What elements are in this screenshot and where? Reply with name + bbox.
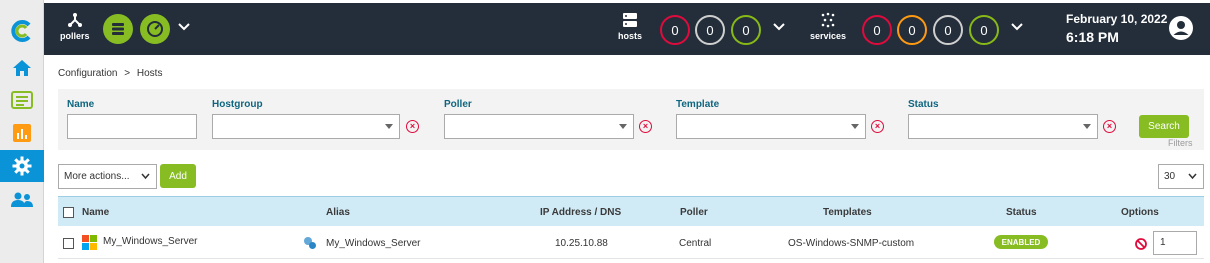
table-row[interactable]: My_Windows_Server My_Windows_Server 10.2… <box>58 226 1204 259</box>
duplicate-count-input[interactable]: 1 <box>1153 231 1197 255</box>
status-badge: ENABLED <box>994 235 1048 249</box>
clear-template-icon[interactable]: × <box>871 120 884 133</box>
hosts-label: hosts <box>618 31 643 41</box>
column-alias[interactable]: Alias <box>326 207 350 218</box>
top-bar: pollers hosts 0 0 0 services 0 0 0 0 Feb… <box>44 3 1210 55</box>
services-icon <box>821 12 835 28</box>
windows-logo-icon <box>82 235 97 250</box>
users-icon[interactable] <box>0 184 44 216</box>
filter-panel: Name Hostgroup × Poller × Template × Sta… <box>58 89 1204 150</box>
host-name-link[interactable]: My_Windows_Server <box>103 236 197 247</box>
chevron-down-icon[interactable] <box>1011 23 1023 31</box>
services-menu[interactable]: services <box>810 12 846 41</box>
add-button[interactable]: Add <box>160 164 196 188</box>
column-templates: Templates <box>823 207 872 218</box>
poller-filter-select[interactable] <box>444 114 634 139</box>
pollers-label: pollers <box>60 31 90 41</box>
services-label: services <box>810 31 847 41</box>
list-icon[interactable] <box>0 84 44 116</box>
breadcrumb-configuration[interactable]: Configuration <box>58 68 117 79</box>
table-header: Name Alias IP Address / DNS Poller Templ… <box>58 196 1204 226</box>
centreon-logo-icon[interactable] <box>0 15 44 47</box>
more-actions-select[interactable]: More actions... <box>58 164 157 189</box>
template-filter-label: Template <box>676 99 720 110</box>
poller-filter-label: Poller <box>444 99 472 110</box>
column-poller: Poller <box>680 207 708 218</box>
chevron-down-icon <box>141 173 150 180</box>
server-icon <box>623 13 637 27</box>
caret-down-icon <box>1083 124 1091 129</box>
name-filter-input[interactable] <box>67 114 197 139</box>
column-ip[interactable]: IP Address / DNS <box>540 207 621 218</box>
caret-down-icon <box>385 124 393 129</box>
disable-icon[interactable] <box>1135 238 1147 250</box>
breadcrumb-hosts[interactable]: Hosts <box>137 68 163 79</box>
hosts-down-counter[interactable]: 0 <box>660 15 690 45</box>
hostgroup-filter-label: Hostgroup <box>212 99 263 110</box>
services-unknown-counter[interactable]: 0 <box>933 15 963 45</box>
select-all-checkbox[interactable] <box>63 207 74 218</box>
gauge-icon[interactable] <box>140 14 170 44</box>
caret-down-icon <box>851 124 859 129</box>
clock: February 10, 2022 6:18 PM <box>1066 12 1167 45</box>
host-ip: 10.25.10.88 <box>555 238 608 249</box>
host-template: OS-Windows-SNMP-custom <box>788 238 915 249</box>
column-name[interactable]: Name <box>82 207 109 218</box>
breadcrumb-separator: > <box>124 68 131 79</box>
database-icon[interactable] <box>103 14 133 44</box>
name-filter-label: Name <box>67 99 95 110</box>
chart-icon[interactable] <box>0 117 44 149</box>
sidebar <box>0 0 44 263</box>
current-date: February 10, 2022 <box>1066 12 1168 26</box>
pollers-icon <box>67 13 82 27</box>
host-poller: Central <box>679 238 712 249</box>
caret-down-icon <box>619 124 627 129</box>
chevron-down-icon[interactable] <box>773 23 785 31</box>
current-time: 6:18 PM <box>1066 29 1119 45</box>
pollers-menu[interactable]: pollers <box>60 12 90 41</box>
hosts-unreachable-counter[interactable]: 0 <box>695 15 725 45</box>
services-critical-counter[interactable]: 0 <box>862 15 892 45</box>
chevron-down-icon <box>1188 173 1197 180</box>
breadcrumb: Configuration > Hosts <box>58 68 162 79</box>
column-status: Status <box>1006 207 1037 218</box>
template-filter-select[interactable] <box>676 114 866 139</box>
search-button[interactable]: Search <box>1139 115 1189 138</box>
page-size-select[interactable]: 30 <box>1158 164 1204 189</box>
services-warning-counter[interactable]: 0 <box>897 15 927 45</box>
user-account-icon[interactable] <box>1169 16 1193 40</box>
duplicate-icon[interactable] <box>303 236 317 250</box>
hostgroup-filter-select[interactable] <box>212 114 400 139</box>
hosts-menu[interactable]: hosts <box>618 12 642 41</box>
clear-poller-icon[interactable]: × <box>639 120 652 133</box>
status-filter-label: Status <box>908 99 939 110</box>
column-options: Options <box>1121 207 1159 218</box>
host-alias: My_Windows_Server <box>326 238 421 249</box>
chevron-down-icon[interactable] <box>178 23 190 31</box>
gear-icon[interactable] <box>0 150 44 182</box>
hosts-up-counter[interactable]: 0 <box>731 15 761 45</box>
filters-link[interactable]: Filters <box>1168 138 1193 148</box>
status-filter-select[interactable] <box>908 114 1098 139</box>
services-ok-counter[interactable]: 0 <box>969 15 999 45</box>
clear-hostgroup-icon[interactable]: × <box>406 120 419 133</box>
home-icon[interactable] <box>0 52 44 84</box>
row-checkbox[interactable] <box>63 238 74 249</box>
clear-status-icon[interactable]: × <box>1103 120 1116 133</box>
